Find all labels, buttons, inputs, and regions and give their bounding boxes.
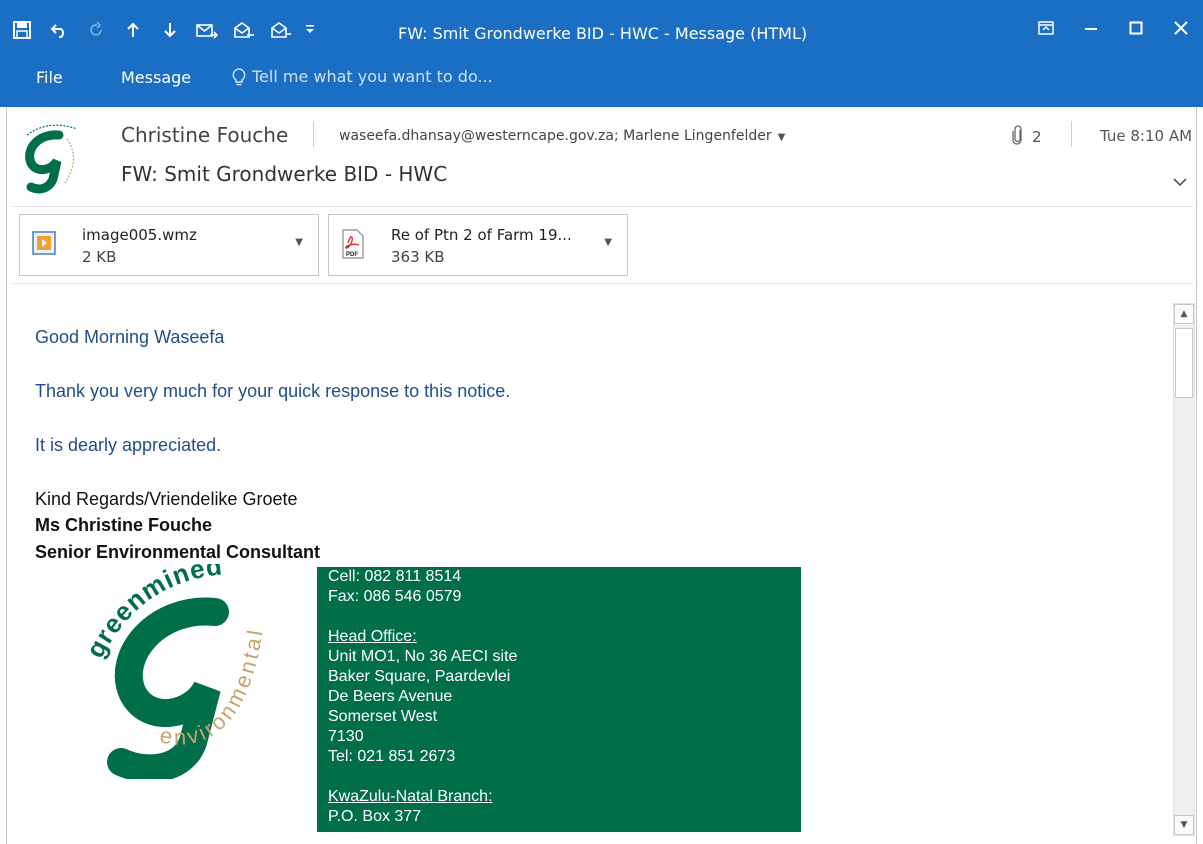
greeting-text: Good Morning Waseefa [35,327,225,347]
contact-fax: Fax: 086 546 0579 [328,588,462,605]
contact-cell: Cell: 082 811 8514 [328,568,462,585]
forward-icon[interactable] [262,0,299,60]
attachment-dropdown-icon[interactable]: ▼ [295,237,303,248]
tell-me-search[interactable]: Tell me what you want to do... [232,67,493,86]
lightbulb-icon [232,67,246,85]
recipients-field[interactable]: waseefa.dhansay@westerncape.gov.za; Marl… [339,128,785,144]
chevron-down-icon[interactable]: ▼ [778,132,786,143]
pdf-file-icon: PDF [341,229,365,259]
tab-message[interactable]: Message [121,68,191,87]
tell-me-placeholder: Tell me what you want to do... [252,67,493,86]
sent-time: Tue 8:10 AM [1100,127,1193,145]
redo-icon[interactable] [77,0,114,60]
address-line: Baker Square, Paardevlei [328,668,511,685]
save-icon[interactable] [4,0,40,60]
paperclip-icon [1012,125,1024,149]
reply-all-icon[interactable] [225,0,262,60]
undo-icon[interactable] [40,0,77,60]
head-office-label: Head Office: [328,628,417,645]
sender-avatar [19,115,89,197]
reply-icon[interactable] [188,0,225,60]
header-divider [313,121,314,147]
svg-text:PDF: PDF [346,252,358,258]
message-body: Good Morning Waseefa Thank you very much… [35,299,1165,844]
attachment-item[interactable]: image005.wmz 2 KB ▼ [19,214,319,276]
attachment-name: image005.wmz [82,226,197,244]
attachment-size: 363 KB [391,248,445,266]
sender-name[interactable]: Christine Fouche [121,123,288,147]
attachment-size: 2 KB [82,248,117,266]
customize-dropdown-icon[interactable] [299,0,321,60]
signature-name: Ms Christine Fouche [35,515,213,535]
attachment-count: 2 [1012,125,1042,149]
header-divider [1071,121,1072,147]
body-line: It is dearly appreciated. [35,435,222,455]
title-bar: FW: Smit Grondwerke BID - HWC - Message … [0,0,1203,60]
window-controls [1023,10,1203,46]
scroll-down-icon[interactable]: ▼ [1174,815,1194,835]
message-subject: FW: Smit Grondwerke BID - HWC [121,162,448,186]
scroll-up-icon[interactable]: ▲ [1174,304,1194,324]
body-line: Thank you very much for your quick respo… [35,381,511,401]
arrow-up-icon[interactable] [114,0,151,60]
address-line: Somerset West [328,708,438,725]
attachment-dropdown-icon[interactable]: ▼ [604,237,612,248]
window-title: FW: Smit Grondwerke BID - HWC - Message … [398,24,808,43]
closing-text: Kind Regards/Vriendelike Groete [35,489,298,509]
media-file-icon [32,229,56,257]
tab-file[interactable]: File [36,68,63,87]
divider [13,283,1193,284]
attachment-count-value: 2 [1032,128,1042,146]
contact-details-box: Cell: 082 811 8514 Fax: 086 546 0579 Hea… [317,567,801,832]
address-line: 7130 [328,728,364,745]
signature-role: Senior Environmental Consultant [35,542,321,562]
minimize-button[interactable] [1068,10,1113,46]
attachment-name: Re of Ptn 2 of Farm 19... [391,226,572,244]
attachment-item[interactable]: PDF Re of Ptn 2 of Farm 19... 363 KB ▼ [328,214,628,276]
divider [13,206,1193,207]
contact-tel: Tel: 021 851 2673 [328,748,456,765]
maximize-button[interactable] [1113,10,1158,46]
branch-po-box: P.O. Box 377 [328,808,422,825]
address-line: Unit MO1, No 36 AECI site [328,648,518,665]
vertical-scrollbar[interactable]: ▲ ▼ [1173,303,1195,836]
ribbon: File Message Tell me what you want to do… [0,60,1203,107]
ribbon-display-options-icon[interactable] [1023,10,1068,46]
recipients-text: waseefa.dhansay@westerncape.gov.za; Marl… [339,128,772,144]
branch-label: KwaZulu-Natal Branch: [328,788,493,805]
quick-access-toolbar [0,0,321,60]
message-pane: Christine Fouche waseefa.dhansay@western… [6,107,1197,844]
company-logo: greenmined environmental [75,550,325,783]
scrollbar-thumb[interactable] [1175,328,1193,398]
arrow-down-icon[interactable] [151,0,188,60]
address-line: De Beers Avenue [328,688,453,705]
expand-header-icon[interactable] [1172,171,1188,192]
close-button[interactable] [1158,10,1203,46]
